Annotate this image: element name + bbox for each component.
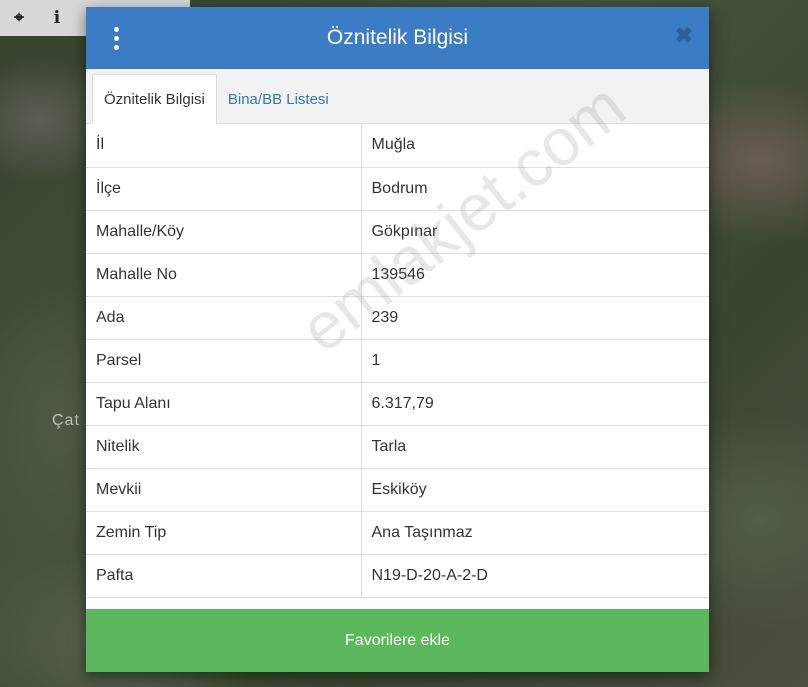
attribute-table: İl Muğla İlçe Bodrum Mahalle/Köy Gökpınar M… — [86, 124, 709, 598]
modal-header: Öznitelik Bilgisi ✖ — [86, 7, 709, 69]
row-value: Bodrum — [361, 167, 709, 211]
row-key: Mevkii — [86, 468, 362, 512]
row-key: İl — [86, 124, 362, 168]
attribute-info-modal: Öznitelik Bilgisi ✖ Öznitelik Bilgisi Bi… — [86, 7, 709, 672]
table-row: Mahalle No 139546 — [86, 253, 709, 297]
modal-tabs: Öznitelik Bilgisi Bina/BB Listesi — [86, 69, 709, 124]
crosshair-icon[interactable]: ⌖ — [0, 0, 38, 36]
kebab-menu-icon[interactable] — [108, 23, 124, 53]
row-key: Mahalle/Köy — [86, 210, 362, 254]
map-place-label: Çat — [52, 412, 80, 429]
row-key: Nitelik — [86, 425, 362, 469]
row-key: Parsel — [86, 339, 362, 383]
add-to-favorites-button[interactable]: Favorilere ekle — [86, 609, 709, 672]
tab-building-list[interactable]: Bina/BB Listesi — [217, 75, 340, 123]
row-key: İlçe — [86, 167, 362, 211]
row-value: 1 — [361, 339, 709, 383]
row-value: 239 — [361, 296, 709, 340]
row-key: Mahalle No — [86, 253, 362, 297]
table-row: Mevkii Eskiköy — [86, 468, 709, 512]
table-row: Tapu Alanı 6.317,79 — [86, 382, 709, 426]
row-value: Eskiköy — [361, 468, 709, 512]
row-value: Muğla — [361, 124, 709, 168]
row-key: Pafta — [86, 554, 362, 598]
row-key: Zemin Tip — [86, 511, 362, 555]
table-row: Zemin Tip Ana Taşınmaz — [86, 511, 709, 555]
row-value: N19-D-20-A-2-D — [361, 554, 709, 598]
row-value: Gökpınar — [361, 210, 709, 254]
table-row: Pafta N19-D-20-A-2-D — [86, 554, 709, 598]
table-row: Nitelik Tarla — [86, 425, 709, 469]
table-row: Ada 239 — [86, 296, 709, 340]
modal-title: Öznitelik Bilgisi — [326, 26, 469, 49]
table-row: İlçe Bodrum — [86, 167, 709, 211]
row-value: 6.317,79 — [361, 382, 709, 426]
row-key: Ada — [86, 296, 362, 340]
table-row: Parsel 1 — [86, 339, 709, 383]
row-value: 139546 — [361, 253, 709, 297]
table-row: İl Muğla — [86, 124, 709, 168]
table-row: Mahalle/Köy Gökpınar — [86, 210, 709, 254]
close-icon[interactable]: ✖ — [675, 23, 693, 49]
info-icon[interactable]: i — [38, 0, 76, 36]
tab-attribute-info[interactable]: Öznitelik Bilgisi — [92, 74, 217, 124]
row-value: Ana Taşınmaz — [361, 511, 709, 555]
row-key: Tapu Alanı — [86, 382, 362, 426]
row-value: Tarla — [361, 425, 709, 469]
